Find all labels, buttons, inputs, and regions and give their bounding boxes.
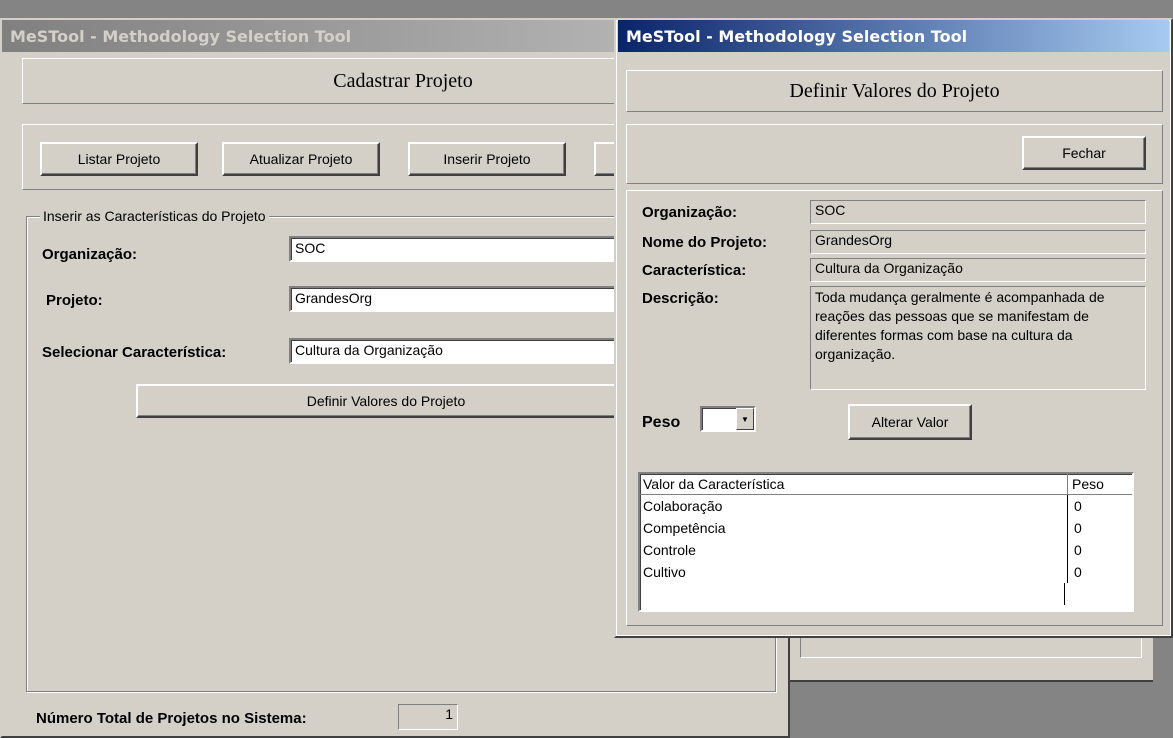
window-title: MeSTool - Methodology Selection Tool [626,26,968,46]
organizacao-label: Organização: [642,204,738,221]
table-row[interactable]: Colaboração 0 [640,495,1132,517]
projeto-input[interactable]: GrandesOrg [289,286,629,312]
caracteristica-label: Selecionar Característica: [42,344,227,361]
fechar-button[interactable]: Fechar [1022,136,1146,170]
total-projetos-label: Número Total de Projetos no Sistema: [36,710,307,727]
front-window: MeSTool - Methodology Selection Tool Def… [614,18,1173,638]
column-header-valor[interactable]: Valor da Característica [640,474,1068,494]
descricao-value: Toda mudança geralmente é acompanhada de… [810,286,1146,390]
cell-peso: 0 [1074,542,1082,558]
nome-projeto-label: Nome do Projeto: [642,234,768,251]
page-title: Cadastrar Projeto [333,69,473,92]
groupbox-title: Inserir as Características do Projeto [40,208,269,224]
dialog-title: Definir Valores do Projeto [789,79,1000,102]
cell-valor: Cultivo [640,561,1068,583]
cell-valor: Competência [640,517,1068,539]
atualizar-projeto-button[interactable]: Atualizar Projeto [222,142,380,176]
cell-valor: Colaboração [640,495,1068,517]
alterar-valor-button[interactable]: Alterar Valor [848,404,972,440]
table-row[interactable]: Competência 0 [640,517,1132,539]
descricao-label: Descrição: [642,290,719,307]
listar-projeto-button[interactable]: Listar Projeto [40,142,198,176]
table-row[interactable]: Controle 0 [640,539,1132,561]
cell-peso: 0 [1074,564,1082,580]
organizacao-input[interactable]: SOC [289,236,629,262]
cell-valor: Controle [640,539,1068,561]
peso-label: Peso [642,414,681,431]
projeto-label: Projeto: [46,292,103,309]
definir-valores-button[interactable]: Definir Valores do Projeto [136,384,636,418]
table-header: Valor da Característica Peso [640,474,1132,495]
inserir-projeto-button[interactable]: Inserir Projeto [408,142,566,176]
nome-projeto-value: GrandesOrg [810,230,1146,254]
valores-table[interactable]: Valor da Característica Peso Colaboração… [638,472,1134,612]
organizacao-label: Organização: [42,246,138,263]
chevron-down-icon[interactable]: ▼ [736,408,754,430]
cell-peso: 0 [1074,498,1082,514]
cell-peso: 0 [1074,520,1082,536]
front-window-titlebar[interactable]: MeSTool - Methodology Selection Tool [618,20,1169,52]
dialog-header: Definir Valores do Projeto [626,70,1163,112]
caracteristica-value: Cultura da Organização [810,258,1146,282]
organizacao-value: SOC [810,200,1146,224]
caracteristica-select[interactable]: Cultura da Organização [289,338,629,364]
total-projetos-value: 1 [398,704,458,730]
peso-select[interactable]: ▼ [700,406,756,432]
caracteristica-label: Característica: [642,262,747,279]
window-title: MeSTool - Methodology Selection Tool [10,26,352,46]
column-header-peso[interactable]: Peso [1068,474,1132,494]
table-row[interactable]: Cultivo 0 [640,561,1132,583]
